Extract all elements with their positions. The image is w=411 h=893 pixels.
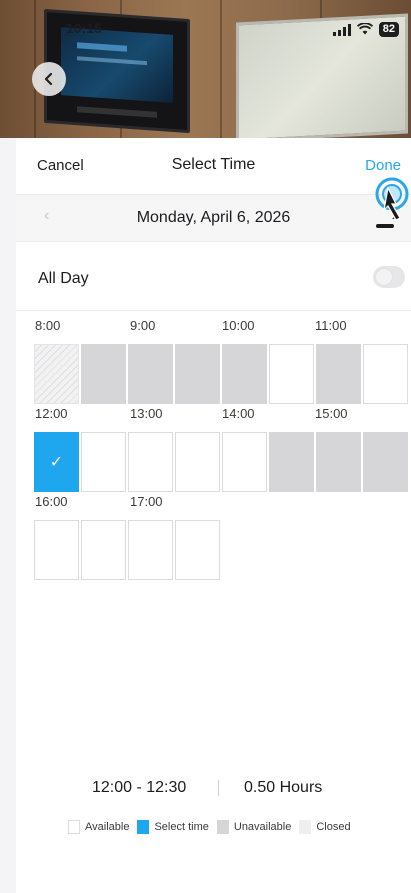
status-indicators: 82 xyxy=(332,21,399,37)
time-slot-unavailable xyxy=(316,344,361,404)
selection-summary: 12:00 - 12:30 0.50 Hours xyxy=(16,779,411,805)
select-time-sheet: Cancel Select Time Done ‹ Monday, April … xyxy=(16,138,411,893)
status-time: 10:15 xyxy=(66,20,102,36)
summary-divider xyxy=(218,780,219,796)
legend-label: Available xyxy=(85,821,130,833)
legend-item-unavailable: Unavailable xyxy=(216,820,292,834)
time-slot-available[interactable] xyxy=(81,520,126,580)
time-slot-available[interactable] xyxy=(222,432,267,492)
time-slot-closed xyxy=(34,344,79,404)
time-slot-unavailable xyxy=(222,344,267,404)
sheet-header: Cancel Select Time Done xyxy=(16,138,411,194)
tap-gesture-icon xyxy=(375,177,409,228)
hour-labels: 8:00 9:00 10:00 11:00 xyxy=(16,318,411,338)
done-button[interactable]: Done xyxy=(365,157,401,174)
time-slot-unavailable xyxy=(363,432,408,492)
back-button[interactable] xyxy=(32,62,66,96)
legend-swatch xyxy=(68,820,80,834)
hour-label: 8:00 xyxy=(35,318,61,333)
time-slot-unavailable xyxy=(81,344,126,404)
all-day-label: All Day xyxy=(38,270,89,287)
hour-label: 9:00 xyxy=(130,318,156,333)
sheet-title: Select Time xyxy=(171,156,256,173)
legend-label: Closed xyxy=(316,821,351,833)
time-slot-selected[interactable]: ✓ xyxy=(34,432,79,492)
time-slot-available[interactable] xyxy=(269,344,314,404)
hour-label: 12:00 xyxy=(35,406,68,421)
time-slot-available[interactable] xyxy=(128,432,173,492)
legend-item-closed: Closed xyxy=(299,820,351,834)
display-content xyxy=(61,27,173,103)
legend-item-selected: Select time xyxy=(137,820,209,834)
hour-label: 16:00 xyxy=(35,494,68,509)
signal-icon xyxy=(332,23,351,36)
hour-labels: 12:00 13:00 14:00 15:00 xyxy=(16,406,411,426)
hour-label: 15:00 xyxy=(315,406,348,421)
soundbar xyxy=(77,106,157,118)
time-slot-available[interactable] xyxy=(175,520,220,580)
wifi-icon xyxy=(356,21,373,37)
chevron-left-icon xyxy=(44,72,53,86)
hour-label: 13:00 xyxy=(130,406,163,421)
time-slot-available[interactable] xyxy=(81,432,126,492)
time-slot-available[interactable] xyxy=(128,520,173,580)
time-slot-available[interactable] xyxy=(34,520,79,580)
slot-legend: Available Select time Unavailable Closed xyxy=(68,819,359,835)
legend-swatch xyxy=(216,820,229,834)
legend-swatch xyxy=(299,820,312,834)
hour-label: 10:00 xyxy=(222,318,255,333)
legend-label: Select time xyxy=(154,821,209,833)
date-navigator: ‹ Monday, April 6, 2026 › xyxy=(16,194,411,242)
all-day-toggle[interactable] xyxy=(373,266,405,288)
time-slot-available[interactable] xyxy=(175,432,220,492)
hour-labels: 16:00 17:00 xyxy=(16,494,411,514)
time-slot-available[interactable] xyxy=(363,344,408,404)
hour-label: 11:00 xyxy=(315,318,347,333)
selected-duration: 0.50 Hours xyxy=(244,779,323,796)
room-photo: 10:15 82 xyxy=(0,0,411,138)
battery-icon: 82 xyxy=(378,22,399,37)
check-icon: ✓ xyxy=(49,454,64,471)
wood-panel-seam xyxy=(220,0,222,138)
selected-range: 12:00 - 12:30 xyxy=(92,779,187,796)
legend-item-available: Available xyxy=(68,820,129,834)
current-date: Monday, April 6, 2026 xyxy=(136,209,291,226)
legend-label: Unavailable xyxy=(233,821,292,833)
all-day-row: All Day xyxy=(16,250,411,311)
hour-label: 14:00 xyxy=(222,406,255,421)
time-slot-unavailable xyxy=(269,432,314,492)
time-slot-unavailable xyxy=(128,344,173,404)
legend-swatch xyxy=(137,820,150,834)
time-slot-unavailable xyxy=(316,432,361,492)
hour-label: 17:00 xyxy=(130,494,163,509)
time-slot-unavailable xyxy=(175,344,220,404)
